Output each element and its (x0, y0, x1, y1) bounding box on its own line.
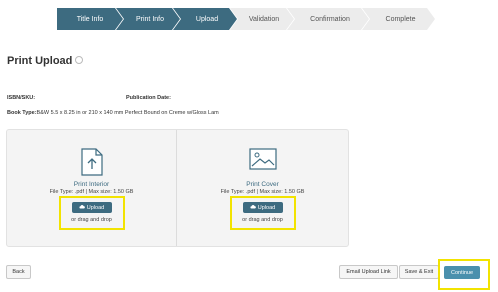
step-validation: Validation (230, 8, 294, 30)
back-label: Back (12, 269, 25, 275)
cloud-upload-icon (79, 204, 85, 211)
print-cover-title: Print Cover (246, 181, 279, 188)
isbn-label-text: ISBN/SKU: (7, 95, 36, 101)
back-button[interactable]: Back (6, 265, 31, 279)
publication-date-text: Publication Date: (126, 95, 171, 101)
page-title: Print Upload (7, 55, 84, 67)
file-upload-icon (80, 148, 103, 181)
upload-panel: Print Interior File Type: .pdf | Max siz… (6, 129, 349, 247)
interior-drag-text: or drag and drop (71, 217, 112, 223)
step-title-info[interactable]: Title Info (57, 8, 123, 30)
step-label: Upload (195, 15, 219, 23)
email-upload-link-button[interactable]: Email Upload Link (339, 265, 398, 279)
step-print-info[interactable]: Print Info (116, 8, 180, 30)
publication-date-label: Publication Date: (126, 95, 171, 101)
step-confirmation: Confirmation (287, 8, 369, 30)
print-cover-dropzone[interactable]: Print Cover File Type: .pdf | Max size: … (177, 130, 348, 246)
save-exit-button[interactable]: Save & Exit (399, 265, 439, 279)
image-icon (248, 148, 277, 175)
continue-label: Continue (450, 269, 474, 276)
step-label: Validation (248, 15, 280, 23)
step-label: Print Info (135, 15, 164, 23)
print-interior-dropzone[interactable]: Print Interior File Type: .pdf | Max siz… (7, 130, 176, 246)
cover-drag-text: or drag and drop (242, 217, 283, 223)
upload-button-label: Upload (86, 204, 105, 211)
email-upload-link-label: Email Upload Link (346, 269, 391, 275)
continue-button[interactable]: Continue (444, 266, 480, 279)
cover-upload-button[interactable]: Upload (242, 202, 283, 213)
print-cover-file-info: File Type: .pdf | Max size: 1.50 GB (220, 189, 305, 195)
step-label: Confirmation (310, 15, 350, 23)
step-upload[interactable]: Upload (173, 8, 237, 30)
cloud-upload-icon (250, 204, 256, 211)
continue-highlight: Continue (438, 259, 490, 290)
book-type-label: Book Type: (7, 110, 37, 116)
print-interior-title: Print Interior (73, 181, 110, 188)
info-icon[interactable] (75, 56, 84, 65)
interior-upload-highlight: Upload or drag and drop (58, 196, 125, 230)
cover-upload-highlight: Upload or drag and drop (229, 196, 296, 230)
upload-button-label: Upload (257, 204, 276, 211)
save-exit-label: Save & Exit (404, 269, 434, 275)
step-label: Title Info (76, 15, 104, 23)
isbn-label: ISBN/SKU: (7, 95, 35, 101)
book-type: Book Type:B&W 5.5 x 8.25 in or 210 x 140… (7, 110, 219, 116)
print-interior-file-info: File Type: .pdf | Max size: 1.50 GB (49, 189, 134, 195)
step-complete: Complete (362, 8, 435, 30)
step-label: Complete (385, 15, 416, 23)
wizard-steps: Title Info Print Info Upload Validation … (57, 8, 435, 30)
book-type-value: B&W 5.5 x 8.25 in or 210 x 140 mm Perfec… (36, 110, 219, 116)
interior-upload-button[interactable]: Upload (71, 202, 112, 213)
page-title-text: Print Upload (7, 55, 73, 67)
